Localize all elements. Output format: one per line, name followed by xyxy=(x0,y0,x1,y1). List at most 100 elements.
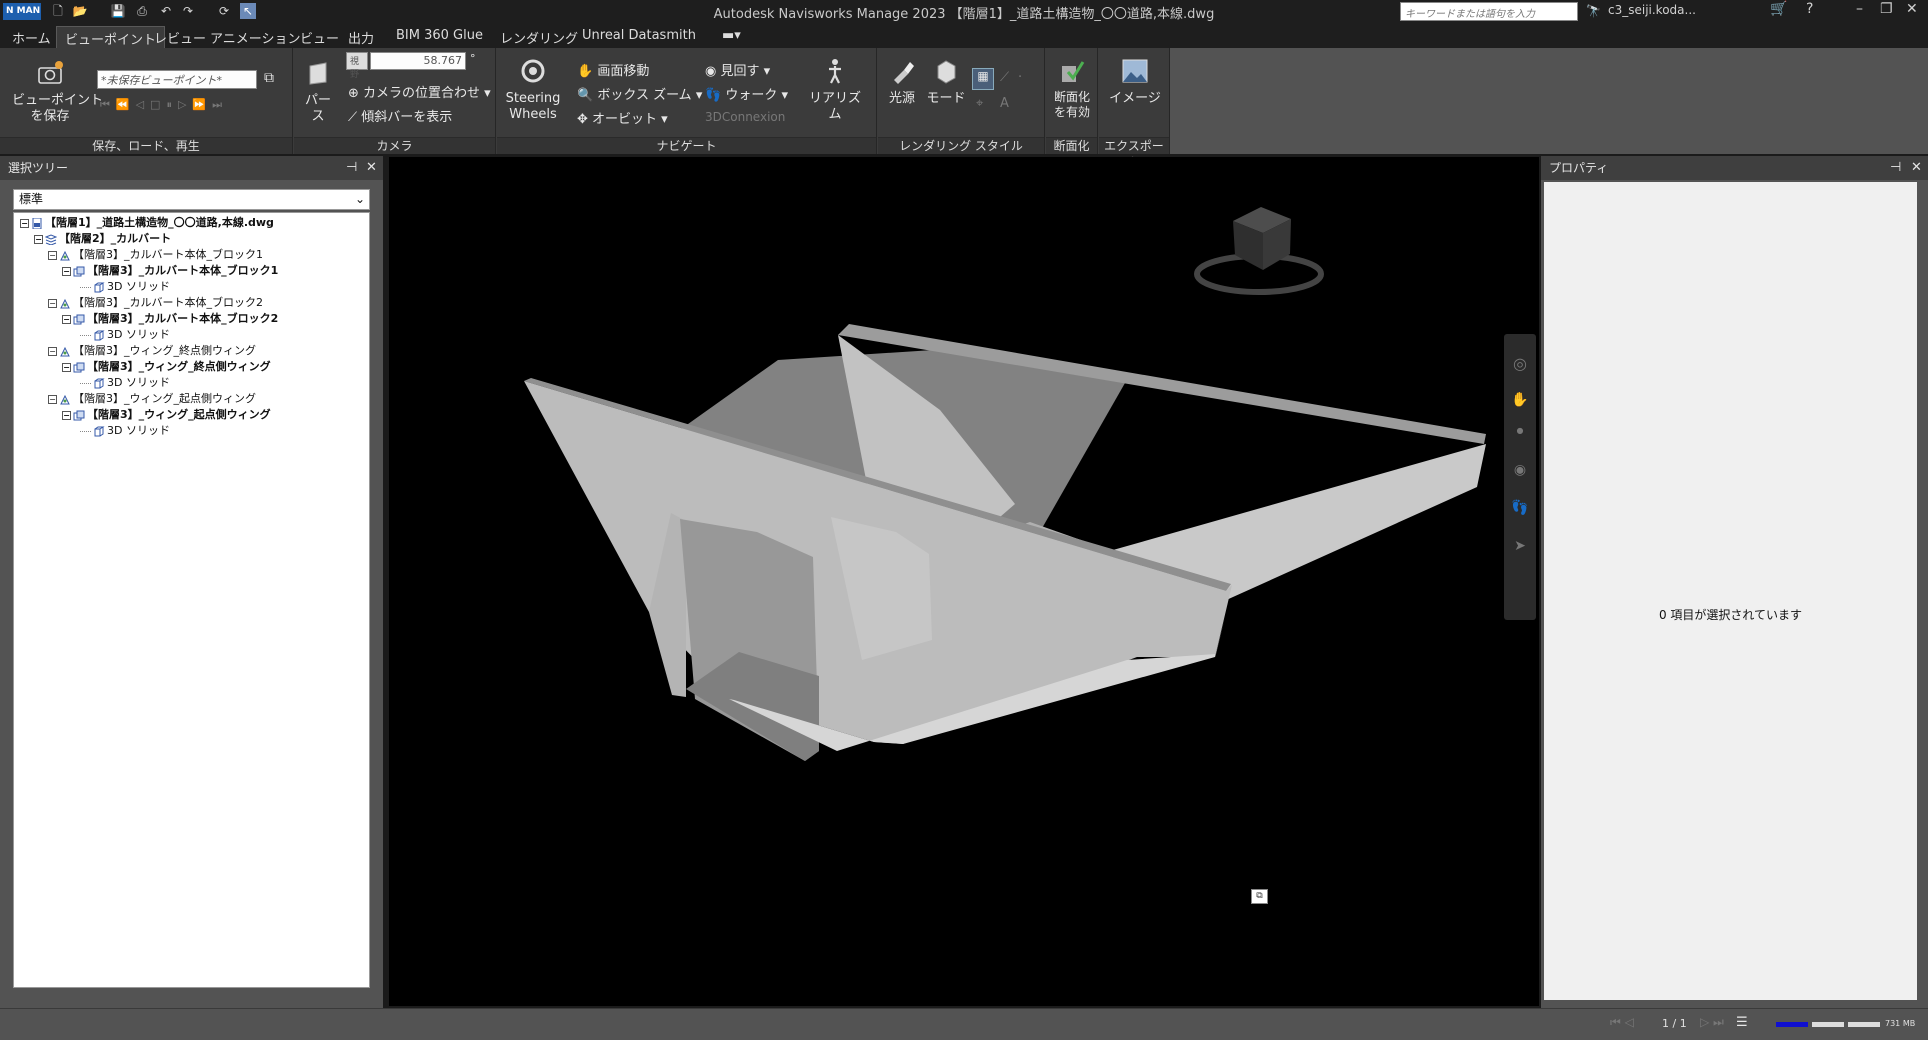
hand-icon: ✋ xyxy=(577,64,598,79)
collapse-icon[interactable]: − xyxy=(62,314,71,324)
tree-node[interactable]: − 【階層3】_カルバート本体_ブロック1 xyxy=(62,264,278,277)
tree-node[interactable]: − 【階層2】_カルバート xyxy=(34,232,171,245)
camera-dropdown-icon[interactable]: ▬▾ xyxy=(722,28,741,43)
tree-node[interactable]: − 【階層3】_ウィング_起点側ウィング xyxy=(48,392,256,405)
footprints-icon: 👣 xyxy=(705,88,726,103)
panel-title-camera: カメラ xyxy=(294,137,495,154)
orbit-button[interactable]: ✥ オービット ▾ xyxy=(577,108,668,127)
manage-viewpoints-icon[interactable]: ⧉ xyxy=(264,70,274,86)
realism-button[interactable]: リアリズム xyxy=(803,58,867,123)
tree-node[interactable]: − 【階層3】_ウィング_終点側ウィング xyxy=(62,360,271,373)
align-camera-button[interactable]: ⊕ カメラの位置合わせ ▾ xyxy=(348,82,491,101)
solid-cursor-icon: ⧉ xyxy=(1251,889,1268,904)
3dconnexion-button[interactable]: 3DConnexion xyxy=(705,110,785,124)
user-account[interactable]: c3_seiji.koda... xyxy=(1608,3,1696,17)
pan-nav-icon[interactable]: ✋ xyxy=(1511,392,1529,410)
restore-icon[interactable]: ❐ xyxy=(1880,1,1893,17)
zoom-nav-icon[interactable]: ● xyxy=(1511,426,1529,444)
selection-tree-title: 選択ツリー xyxy=(8,161,69,175)
tree-node-label: 【階層3】_ウィング_起点側ウィング xyxy=(87,408,271,421)
collapse-icon[interactable]: − xyxy=(62,266,71,276)
tab-viewpoint[interactable]: ビューポイント xyxy=(56,26,166,48)
pan-button[interactable]: ✋ 画面移動 xyxy=(577,60,649,79)
tree-node[interactable]: − 【階層3】_カルバート本体_ブロック2 xyxy=(62,312,278,325)
tree-node[interactable]: 3D ソリッド xyxy=(80,280,170,293)
point-icon[interactable]: · xyxy=(1018,70,1022,85)
navigate-panel: Steering Wheels ✋ 画面移動 🔍 ボックス ズーム ▾ ✥ オー… xyxy=(497,48,877,154)
wireframe-icon[interactable]: ▦ xyxy=(972,68,994,90)
select-nav-icon[interactable]: ➤ xyxy=(1511,538,1529,556)
first-page-icon[interactable]: ⏮ ◁ xyxy=(1610,1015,1634,1030)
playback-controls[interactable]: ⏮⏪◁□⏸▷⏩⏭ xyxy=(100,98,228,112)
tree-node[interactable]: − 【階層3】_ウィング_終点側ウィング xyxy=(48,344,256,357)
tree-node[interactable]: 3D ソリッド xyxy=(80,424,170,437)
tree-node-label: 【階層3】_カルバート本体_ブロック1 xyxy=(87,264,279,277)
help-icon[interactable]: ? xyxy=(1806,1,1813,17)
tab-output[interactable]: 出力 xyxy=(348,28,374,47)
pin-icon[interactable]: ⊣ xyxy=(1890,156,1901,180)
line-icon[interactable]: ⟋ xyxy=(1000,70,1009,85)
collapse-icon[interactable]: − xyxy=(62,362,71,372)
look-around-button[interactable]: ◉ 見回す ▾ xyxy=(705,60,770,79)
collapse-icon[interactable]: − xyxy=(48,394,57,404)
save-viewpoint-button[interactable]: ビューポイント を保存 xyxy=(12,60,103,125)
close-panel-icon[interactable]: ✕ xyxy=(1911,156,1922,180)
tree-node[interactable]: 3D ソリッド xyxy=(80,376,170,389)
pin-icon[interactable]: ⊣ xyxy=(346,156,357,180)
tab-unreal[interactable]: Unreal Datasmith xyxy=(582,28,696,43)
minimize-icon[interactable]: – xyxy=(1856,1,1863,17)
collapse-icon[interactable]: − xyxy=(20,218,29,228)
tree-node[interactable]: − 【階層3】_ウィング_起点側ウィング xyxy=(62,408,271,421)
cart-icon[interactable]: 🛒 xyxy=(1770,1,1787,17)
tab-bim360[interactable]: BIM 360 Glue xyxy=(396,28,483,43)
fov-input[interactable]: 58.767 xyxy=(370,52,466,70)
status-bar: ⏮ ◁ 1 / 1 ▷ ⏭ ☰ 731 MB xyxy=(0,1008,1928,1040)
close-icon[interactable]: ✕ xyxy=(1906,1,1918,17)
walk-nav-icon[interactable]: 👣 xyxy=(1511,500,1529,518)
orbit-nav-icon[interactable]: ◉ xyxy=(1511,462,1529,480)
panel-title-sectioning: 断面化 xyxy=(1046,137,1097,154)
collapse-icon[interactable]: − xyxy=(48,346,57,356)
box-zoom-button[interactable]: 🔍 ボックス ズーム ▾ xyxy=(577,84,702,103)
eye-icon: ◉ xyxy=(705,64,721,79)
tree-node[interactable]: − 【階層1】_道路土構造物_〇〇道路,本線.dwg xyxy=(20,216,274,229)
tab-animation[interactable]: アニメーション xyxy=(210,28,300,47)
image-export-button[interactable]: イメージ xyxy=(1105,58,1165,107)
view-cube[interactable] xyxy=(1189,196,1329,316)
walk-button[interactable]: 👣 ウォーク ▾ xyxy=(705,84,788,103)
tree-node[interactable]: − 【階層3】_カルバート本体_ブロック1 xyxy=(48,248,263,261)
steering-wheels-button[interactable]: Steering Wheels xyxy=(503,58,563,123)
tree-mode-select[interactable]: 標準 ⌄ xyxy=(13,189,370,210)
keyword-search-input[interactable]: キーワードまたは語句を入力 xyxy=(1400,2,1578,21)
block-icon xyxy=(60,298,70,308)
snap-icon[interactable]: ⌖ xyxy=(976,96,983,111)
tab-rendering[interactable]: レンダリング xyxy=(500,28,578,47)
tab-home[interactable]: ホーム xyxy=(12,28,51,47)
solid-icon xyxy=(94,378,105,388)
text-icon[interactable]: A xyxy=(1000,96,1009,111)
enable-sectioning-button[interactable]: 断面化 を有効 xyxy=(1048,58,1096,120)
perspective-button[interactable]: パース xyxy=(300,60,336,125)
3d-viewport[interactable]: ⧉ xyxy=(389,157,1539,1006)
tree-node[interactable]: 3D ソリッド xyxy=(80,328,170,341)
collapse-icon[interactable]: − xyxy=(48,298,57,308)
binoculars-icon[interactable]: 🔭 xyxy=(1586,4,1601,18)
mode-button[interactable]: モード xyxy=(926,58,966,107)
tab-view[interactable]: ビュー xyxy=(300,28,339,47)
culvert-model[interactable] xyxy=(389,157,1539,1006)
light-button[interactable]: 光源 xyxy=(882,58,922,107)
disk-progress-bar xyxy=(1812,1022,1844,1027)
close-panel-icon[interactable]: ✕ xyxy=(366,156,377,180)
steering-wheel-nav-icon[interactable]: ◎ xyxy=(1511,354,1529,373)
sheet-list-icon[interactable]: ☰ xyxy=(1736,1015,1748,1030)
next-page-icon[interactable]: ▷ ⏭ xyxy=(1700,1015,1724,1030)
tree-node[interactable]: − 【階層3】_カルバート本体_ブロック2 xyxy=(48,296,263,309)
viewpoint-select[interactable]: *未保存ビューポイント* xyxy=(97,70,257,89)
zoom-icon: 🔍 xyxy=(577,88,598,103)
show-tilt-bar-button[interactable]: ⟋ 傾斜バーを表示 xyxy=(348,106,452,125)
tree-view[interactable]: − 【階層1】_道路土構造物_〇〇道路,本線.dwg − 【階層2】_カルバート − 【階… xyxy=(13,212,370,988)
tab-review[interactable]: レビュー xyxy=(154,28,206,47)
collapse-icon[interactable]: − xyxy=(34,234,43,244)
collapse-icon[interactable]: − xyxy=(62,410,71,420)
collapse-icon[interactable]: − xyxy=(48,250,57,260)
